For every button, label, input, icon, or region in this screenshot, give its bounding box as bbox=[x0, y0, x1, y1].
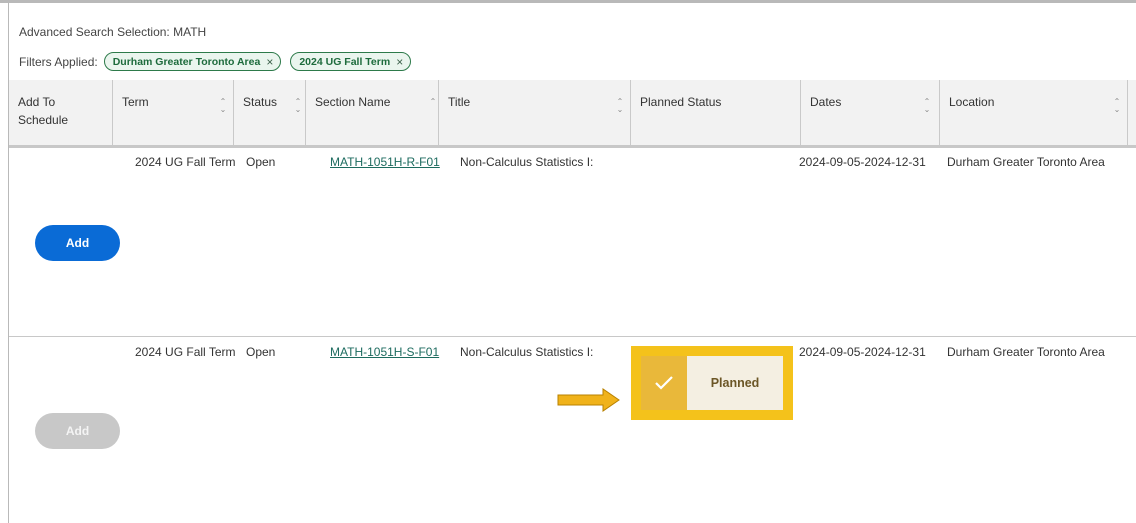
filters-label: Filters Applied: bbox=[19, 54, 98, 69]
cell-dates: 2024-09-05-2024-12-31 bbox=[799, 155, 926, 169]
filter-chip-location[interactable]: Durham Greater Toronto Area × bbox=[103, 52, 282, 71]
column-header-planned-status: Planned Status bbox=[630, 80, 800, 145]
column-header-section-name[interactable]: Section Name ⌃ bbox=[305, 80, 438, 145]
column-header-status[interactable]: Status ⌃ ⌄ bbox=[233, 80, 305, 145]
column-header-dates[interactable]: Dates ⌃ ⌄ bbox=[800, 80, 939, 145]
top-border bbox=[0, 0, 1136, 3]
arrow-right-icon bbox=[557, 388, 620, 412]
filter-chip-label: Durham Greater Toronto Area bbox=[112, 55, 261, 68]
sort-icon[interactable]: ⌃ ⌄ bbox=[293, 98, 303, 116]
column-header-term[interactable]: Term ⌃ ⌄ bbox=[112, 80, 233, 145]
close-icon[interactable]: × bbox=[396, 55, 403, 69]
column-header-label: Location bbox=[949, 95, 995, 109]
column-header-label: Dates bbox=[810, 95, 842, 109]
filter-chip-label: 2024 UG Fall Term bbox=[299, 55, 391, 68]
sort-icon[interactable]: ⌃ ⌄ bbox=[615, 98, 625, 116]
cell-term: 2024 UG Fall Term bbox=[135, 345, 236, 359]
table-header: Add To Schedule Term ⌃ ⌄ Status ⌃ ⌄ Sectio… bbox=[9, 80, 1136, 148]
planned-status-label: Planned bbox=[687, 356, 783, 410]
search-selection-title: Advanced Search Selection: MATH bbox=[19, 25, 207, 39]
planned-status-badge: Planned bbox=[641, 356, 783, 410]
checkmark-icon bbox=[641, 356, 687, 410]
sort-icon[interactable]: ⌃ ⌄ bbox=[922, 98, 932, 116]
cell-status: Open bbox=[246, 155, 276, 169]
cell-title: Non-Calculus Statistics I: bbox=[460, 155, 594, 169]
column-header-label: Status bbox=[243, 95, 278, 109]
column-header-title[interactable]: Title ⌃ ⌄ bbox=[438, 80, 630, 145]
column-header-add-to-schedule: Add To Schedule bbox=[18, 95, 69, 127]
sort-icon[interactable]: ⌃ bbox=[428, 98, 438, 116]
column-header-label: Term bbox=[122, 95, 149, 109]
column-header-label: Section Name bbox=[315, 95, 391, 109]
column-header-label: Title bbox=[448, 95, 471, 109]
filter-chip-term[interactable]: 2024 UG Fall Term × bbox=[290, 52, 412, 71]
cell-title: Non-Calculus Statistics I: bbox=[460, 345, 594, 359]
cell-dates: 2024-09-05-2024-12-31 bbox=[799, 345, 926, 359]
sort-icon[interactable]: ⌃ ⌄ bbox=[1112, 98, 1122, 116]
add-button[interactable]: Add bbox=[35, 225, 120, 261]
column-divider bbox=[1127, 80, 1136, 145]
table-row: Add 2024 UG Fall Term Open MATH-1051H-S-… bbox=[9, 338, 1136, 523]
cell-status: Open bbox=[246, 345, 276, 359]
planned-status-highlight: Planned bbox=[631, 346, 793, 420]
cell-location: Durham Greater Toronto Area bbox=[947, 155, 1105, 169]
section-link[interactable]: MATH-1051H-R-F01 bbox=[330, 155, 440, 169]
table-row: Add 2024 UG Fall Term Open MATH-1051H-R-… bbox=[9, 148, 1136, 337]
cell-term: 2024 UG Fall Term bbox=[135, 155, 236, 169]
filters-bar: Filters Applied: Durham Greater Toronto … bbox=[19, 52, 420, 71]
cell-location: Durham Greater Toronto Area bbox=[947, 345, 1105, 359]
sort-icon[interactable]: ⌃ ⌄ bbox=[218, 98, 228, 116]
section-link[interactable]: MATH-1051H-S-F01 bbox=[330, 345, 439, 359]
column-header-label: Planned Status bbox=[640, 95, 722, 109]
close-icon[interactable]: × bbox=[266, 55, 273, 69]
add-button[interactable]: Add bbox=[35, 413, 120, 449]
column-header-location[interactable]: Location ⌃ ⌄ bbox=[939, 80, 1127, 145]
